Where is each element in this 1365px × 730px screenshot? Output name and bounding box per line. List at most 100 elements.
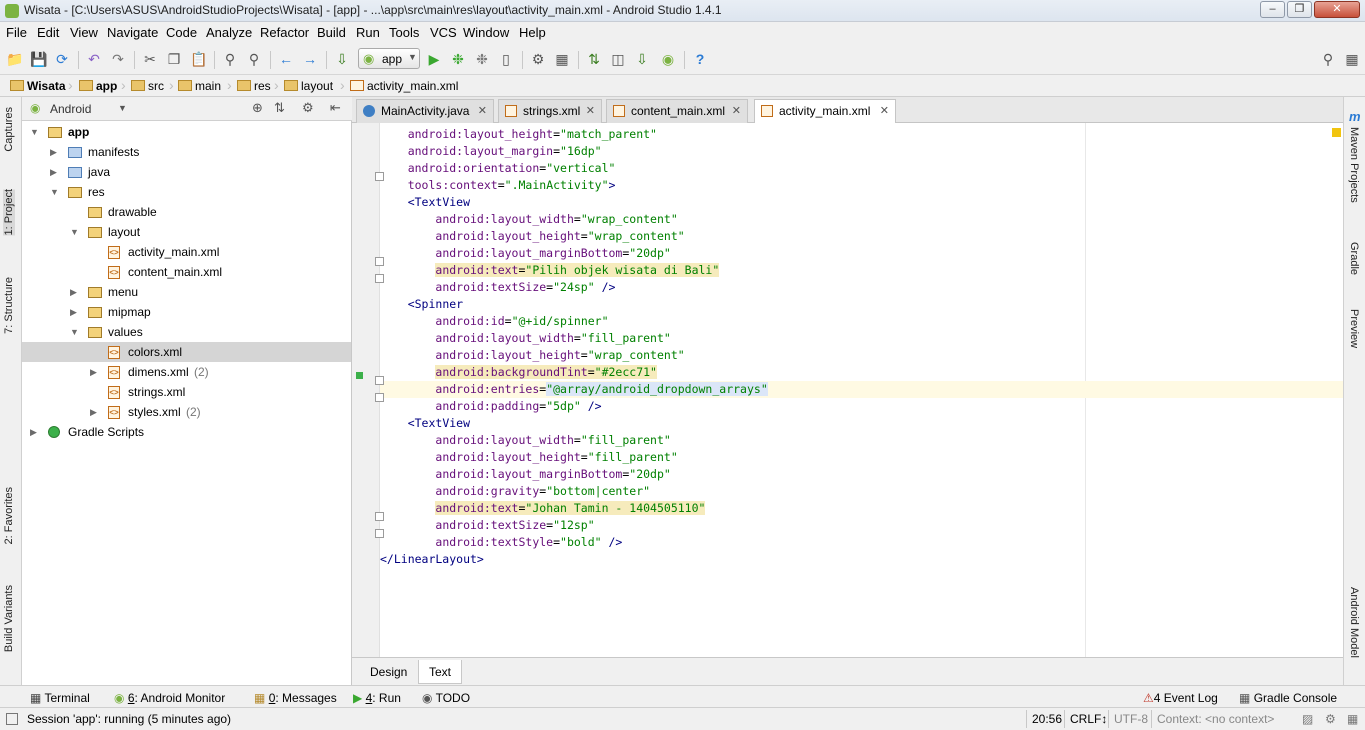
project-structure-icon[interactable]: ⚙ xyxy=(530,51,546,67)
code-line[interactable]: <TextView xyxy=(380,415,1343,432)
tree-item[interactable]: <> colors.xml xyxy=(22,342,351,362)
tab-text[interactable]: Text xyxy=(418,660,463,684)
tree-item[interactable]: ▼ values xyxy=(22,322,351,342)
code-line[interactable]: android:textSize="12sp" xyxy=(380,517,1343,534)
menu-window[interactable]: Window xyxy=(463,25,509,40)
collapse-arrow-icon[interactable]: ▶ xyxy=(70,302,77,322)
search-everywhere-icon[interactable]: ⚲ xyxy=(1320,51,1336,67)
cut-icon[interactable]: ✂ xyxy=(142,51,158,67)
menu-build[interactable]: Build xyxy=(317,25,346,40)
breadcrumb-item[interactable]: layout xyxy=(284,79,333,93)
code-line[interactable]: </LinearLayout> xyxy=(380,551,1343,568)
gear-icon[interactable]: ⚙ xyxy=(302,100,314,116)
breadcrumb-item[interactable]: Wisata xyxy=(10,79,66,93)
save-icon[interactable]: 💾 xyxy=(30,51,47,67)
breadcrumb-item[interactable]: app xyxy=(79,79,117,93)
code-line[interactable]: android:gravity="bottom|center" xyxy=(380,483,1343,500)
file-encoding[interactable]: UTF-8 xyxy=(1114,712,1148,726)
code-line[interactable]: android:layout_height="fill_parent" xyxy=(380,449,1343,466)
tool-tab-preview[interactable]: Preview xyxy=(1348,309,1360,348)
tree-item[interactable]: ▶ menu xyxy=(22,282,351,302)
tool-tab-android-model[interactable]: Android Model xyxy=(1348,587,1360,658)
hide-panel-icon[interactable]: ⇤ xyxy=(330,100,341,116)
tool-tab-structure[interactable]: 7: Structure xyxy=(3,277,15,334)
avd-manager-icon[interactable]: ◫ xyxy=(610,51,626,67)
menu-vcs[interactable]: VCS xyxy=(430,25,457,40)
code-line[interactable]: android:layout_height="wrap_content" xyxy=(380,347,1343,364)
tree-item[interactable]: drawable xyxy=(22,202,351,222)
tool-tab-build-variants[interactable]: Build Variants xyxy=(3,585,15,652)
fold-marker-icon[interactable] xyxy=(375,172,384,181)
expand-arrow-icon[interactable]: ▼ xyxy=(70,222,79,242)
tree-item[interactable]: ▼ app xyxy=(22,122,351,142)
help-icon[interactable]: ? xyxy=(692,51,708,67)
code-line[interactable]: android:layout_width="fill_parent" xyxy=(380,432,1343,449)
close-icon[interactable]: ✕ xyxy=(880,100,889,122)
code-line[interactable]: <Spinner xyxy=(380,296,1343,313)
menu-file[interactable]: File xyxy=(6,25,27,40)
forward-icon[interactable]: → xyxy=(302,51,318,67)
menu-view[interactable]: View xyxy=(70,25,98,40)
expand-arrow-icon[interactable]: ▼ xyxy=(30,122,39,142)
fold-marker-icon[interactable] xyxy=(375,512,384,521)
attach-debugger-icon[interactable]: ❉ xyxy=(474,51,490,67)
collapse-arrow-icon[interactable]: ▶ xyxy=(90,362,97,382)
code-line[interactable]: android:textStyle="bold" /> xyxy=(380,534,1343,551)
fold-marker-icon[interactable] xyxy=(375,393,384,402)
replace-icon[interactable]: ⚲ xyxy=(246,51,262,67)
breadcrumb-item[interactable]: res xyxy=(237,79,271,93)
tree-item[interactable]: ▶ <> styles.xml (2) xyxy=(22,402,351,422)
maximize-button[interactable]: ❐ xyxy=(1287,1,1312,18)
tab-content-main-xml[interactable]: content_main.xml ✕ xyxy=(606,99,748,123)
code-line[interactable]: android:layout_width="wrap_content" xyxy=(380,211,1343,228)
code-line[interactable]: android:text="Johan Tamin - 1404505110" xyxy=(380,500,1343,517)
breadcrumb-item[interactable]: main xyxy=(178,79,221,93)
code-editor[interactable]: android:layout_height="match_parent" and… xyxy=(380,123,1343,657)
tool-tab-captures[interactable]: Captures xyxy=(3,107,15,152)
tree-item[interactable]: <> content_main.xml xyxy=(22,262,351,282)
code-line[interactable]: android:layout_margin="16dp" xyxy=(380,143,1343,160)
code-line[interactable]: android:textSize="24sp" /> xyxy=(380,279,1343,296)
copy-icon[interactable]: ❐ xyxy=(166,51,182,67)
code-line[interactable]: android:padding="5dp" /> xyxy=(380,398,1343,415)
make-project-icon[interactable]: ⇩ xyxy=(334,51,350,67)
caret-position[interactable]: 20:56 xyxy=(1032,712,1062,726)
inspector-icon[interactable]: ⚙ xyxy=(1325,712,1336,726)
code-line[interactable]: android:layout_marginBottom="20dp" xyxy=(380,245,1343,262)
code-line[interactable]: tools:context=".MainActivity"> xyxy=(380,177,1343,194)
code-line[interactable]: android:layout_height="wrap_content" xyxy=(380,228,1343,245)
tab-activity-main-xml[interactable]: activity_main.xml ✕ xyxy=(754,99,896,123)
fold-marker-icon[interactable] xyxy=(375,529,384,538)
run-config-select[interactable]: ◉ app ▼ xyxy=(358,48,420,69)
tool-windows-icon[interactable] xyxy=(6,713,18,725)
close-icon[interactable]: ✕ xyxy=(586,100,595,122)
tree-item[interactable]: <> activity_main.xml xyxy=(22,242,351,262)
find-icon[interactable]: ⚲ xyxy=(222,51,238,67)
menu-analyze[interactable]: Analyze xyxy=(206,25,252,40)
menu-code[interactable]: Code xyxy=(166,25,197,40)
code-line[interactable]: android:layout_width="fill_parent" xyxy=(380,330,1343,347)
code-line[interactable]: android:entries="@array/android_dropdown… xyxy=(380,381,1343,398)
expand-arrow-icon[interactable]: ▼ xyxy=(70,322,79,342)
event-log-button[interactable]: ⚠4 Event Log xyxy=(1143,691,1218,705)
android-monitor-button[interactable]: ◉ 6: Android Monitor xyxy=(114,691,225,705)
todo-button[interactable]: ◉ TODO xyxy=(422,691,470,705)
code-line[interactable]: android:orientation="vertical" xyxy=(380,160,1343,177)
debug-icon[interactable]: ❉ xyxy=(450,51,466,67)
collapse-arrow-icon[interactable]: ▶ xyxy=(70,282,77,302)
settings-icon[interactable]: ▦ xyxy=(554,51,570,67)
code-line[interactable]: android:id="@+id/spinner" xyxy=(380,313,1343,330)
tree-item[interactable]: ▶ Gradle Scripts xyxy=(22,422,351,442)
expand-arrow-icon[interactable]: ▼ xyxy=(50,182,59,202)
tree-item[interactable]: ▶ manifests xyxy=(22,142,351,162)
code-line[interactable]: android:layout_height="match_parent" xyxy=(380,126,1343,143)
run-button[interactable]: ▶ 4: Run xyxy=(353,691,401,705)
sdk-manager-icon[interactable]: ⇩ xyxy=(634,51,650,67)
tab-design[interactable]: Design xyxy=(360,660,417,684)
scroll-from-source-icon[interactable]: ⊕ xyxy=(252,100,263,116)
code-line[interactable]: <TextView xyxy=(380,194,1343,211)
line-separator[interactable]: CRLF↕ xyxy=(1070,712,1107,726)
breadcrumb-item[interactable]: src xyxy=(131,79,164,93)
minimize-button[interactable]: – xyxy=(1260,1,1285,18)
tree-item[interactable]: <> strings.xml xyxy=(22,382,351,402)
